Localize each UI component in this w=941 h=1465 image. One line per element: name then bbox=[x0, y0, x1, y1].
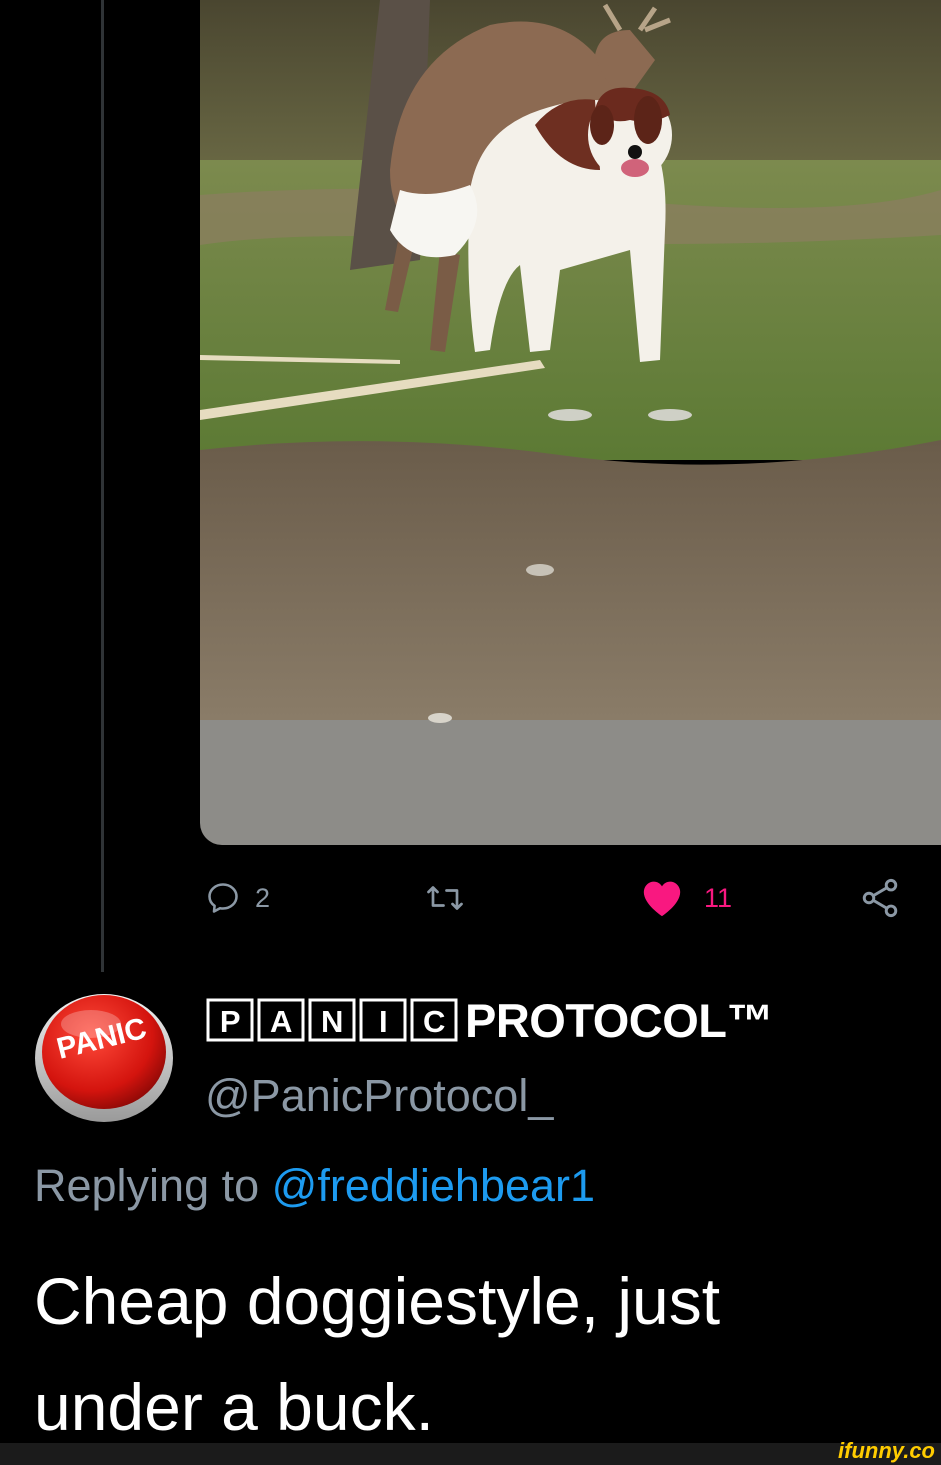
retweet-icon bbox=[427, 886, 463, 910]
ifunny-watermark: ifunny.co bbox=[838, 1438, 935, 1463]
heart-filled-icon bbox=[643, 881, 681, 917]
boxed-letter-n: N bbox=[321, 1004, 343, 1039]
boxed-letters: P A N I C bbox=[206, 998, 458, 1042]
panic-button-logo: PANIC bbox=[35, 994, 173, 1122]
author-display-name[interactable]: P A N I C PROTOCOL™ bbox=[205, 990, 773, 1050]
like-action[interactable]: 11 bbox=[640, 878, 732, 918]
author-avatar-panic-button[interactable]: PANIC bbox=[33, 982, 175, 1124]
tweet-text-line-1: Cheap doggiestyle, just bbox=[34, 1264, 721, 1338]
photo-dog-and-deer bbox=[200, 0, 941, 845]
reply-count: 2 bbox=[255, 882, 271, 913]
watermark-bar bbox=[0, 1443, 941, 1465]
replying-to-mention-link[interactable]: @freddiehbear1 bbox=[272, 1160, 595, 1211]
author-handle[interactable]: @PanicProtocol_ bbox=[205, 1070, 553, 1122]
tweet-media-photo[interactable] bbox=[200, 0, 941, 845]
like-count: 11 bbox=[704, 882, 733, 913]
retweet-action[interactable] bbox=[424, 880, 466, 916]
replying-to-line: Replying to @freddiehbear1 bbox=[34, 1160, 595, 1212]
boxed-letter-a: A bbox=[270, 1004, 292, 1039]
boxed-letter-c: C bbox=[423, 1004, 445, 1039]
share-action[interactable] bbox=[858, 876, 902, 920]
reply-bubble-icon bbox=[208, 883, 238, 913]
replying-to-label: Replying to bbox=[34, 1160, 272, 1211]
display-name-text: PROTOCOL™ bbox=[465, 993, 773, 1047]
boxed-letter-p: P bbox=[220, 1004, 240, 1039]
reply-action[interactable]: 2 bbox=[205, 880, 270, 916]
tweet-action-bar: 2 11 bbox=[0, 872, 941, 928]
tweet-text: Cheap doggiestyle, just under a buck. bbox=[34, 1248, 914, 1460]
boxed-letter-i: I bbox=[379, 1004, 387, 1039]
share-icon bbox=[862, 878, 898, 918]
thread-connector-line bbox=[101, 0, 104, 972]
